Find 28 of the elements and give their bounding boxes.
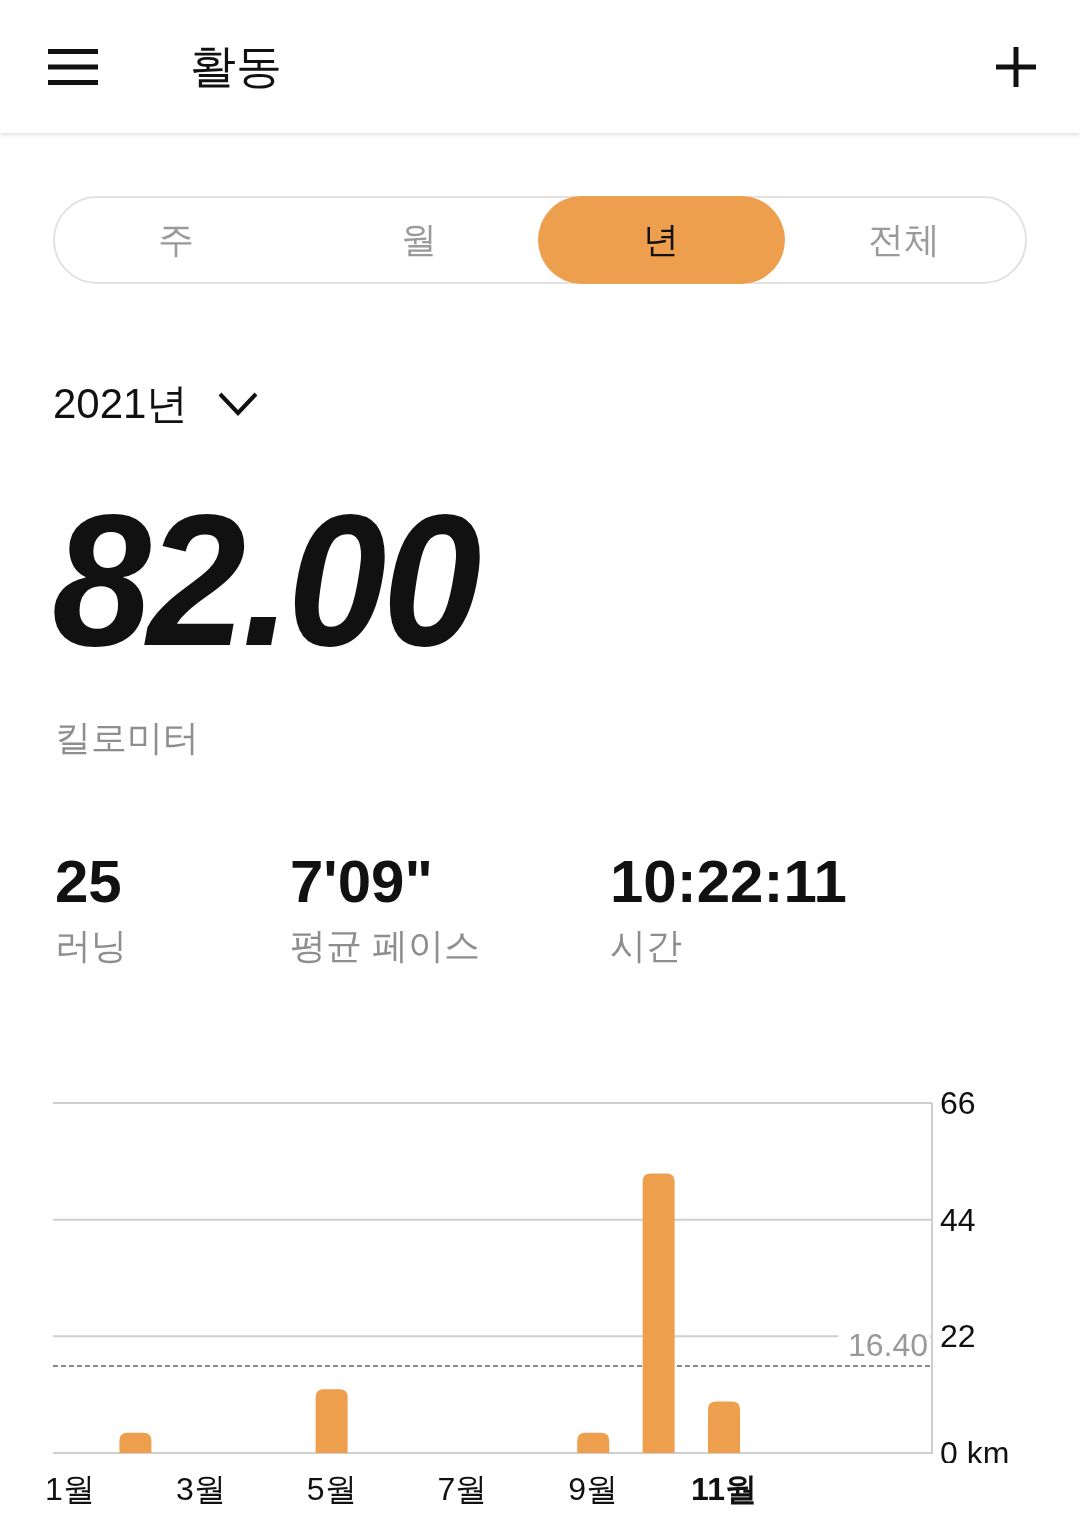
y-axis-label: 22 xyxy=(940,1318,976,1355)
x-axis-label: 5월 xyxy=(306,1470,357,1509)
chevron-down-icon[interactable] xyxy=(218,391,259,417)
total-distance: 82.00 xyxy=(52,487,478,675)
bar xyxy=(315,1389,348,1453)
stat-value: 7'09" xyxy=(290,847,433,916)
stat-value: 10:22:11 xyxy=(610,847,847,916)
year-selector[interactable]: 2021년 xyxy=(53,376,189,432)
menu-icon[interactable] xyxy=(48,48,98,85)
distance-unit: 킬로미터 xyxy=(55,716,199,760)
x-axis-label: 3월 xyxy=(175,1470,226,1509)
stat-label: 평균 페이스 xyxy=(290,924,480,968)
stat-label: 러닝 xyxy=(55,924,127,968)
plus-icon[interactable] xyxy=(996,46,1036,87)
stat-label: 시간 xyxy=(610,924,682,968)
y-axis-label: 66 xyxy=(940,1085,976,1121)
bar xyxy=(708,1401,740,1453)
page-title: 활동 xyxy=(190,38,283,94)
bar xyxy=(119,1432,152,1453)
average-value: 16.40 xyxy=(847,1327,928,1364)
y-axis-label: 44 xyxy=(940,1201,976,1238)
bar xyxy=(577,1432,610,1453)
x-axis-label: 7월 xyxy=(437,1470,488,1509)
period-tab[interactable]: 년 xyxy=(538,196,785,284)
stat-value: 25 xyxy=(55,847,122,916)
x-axis-label: 1월 xyxy=(45,1470,95,1509)
x-axis-label: 11월 xyxy=(691,1470,757,1509)
x-axis-label: 9월 xyxy=(568,1470,619,1509)
